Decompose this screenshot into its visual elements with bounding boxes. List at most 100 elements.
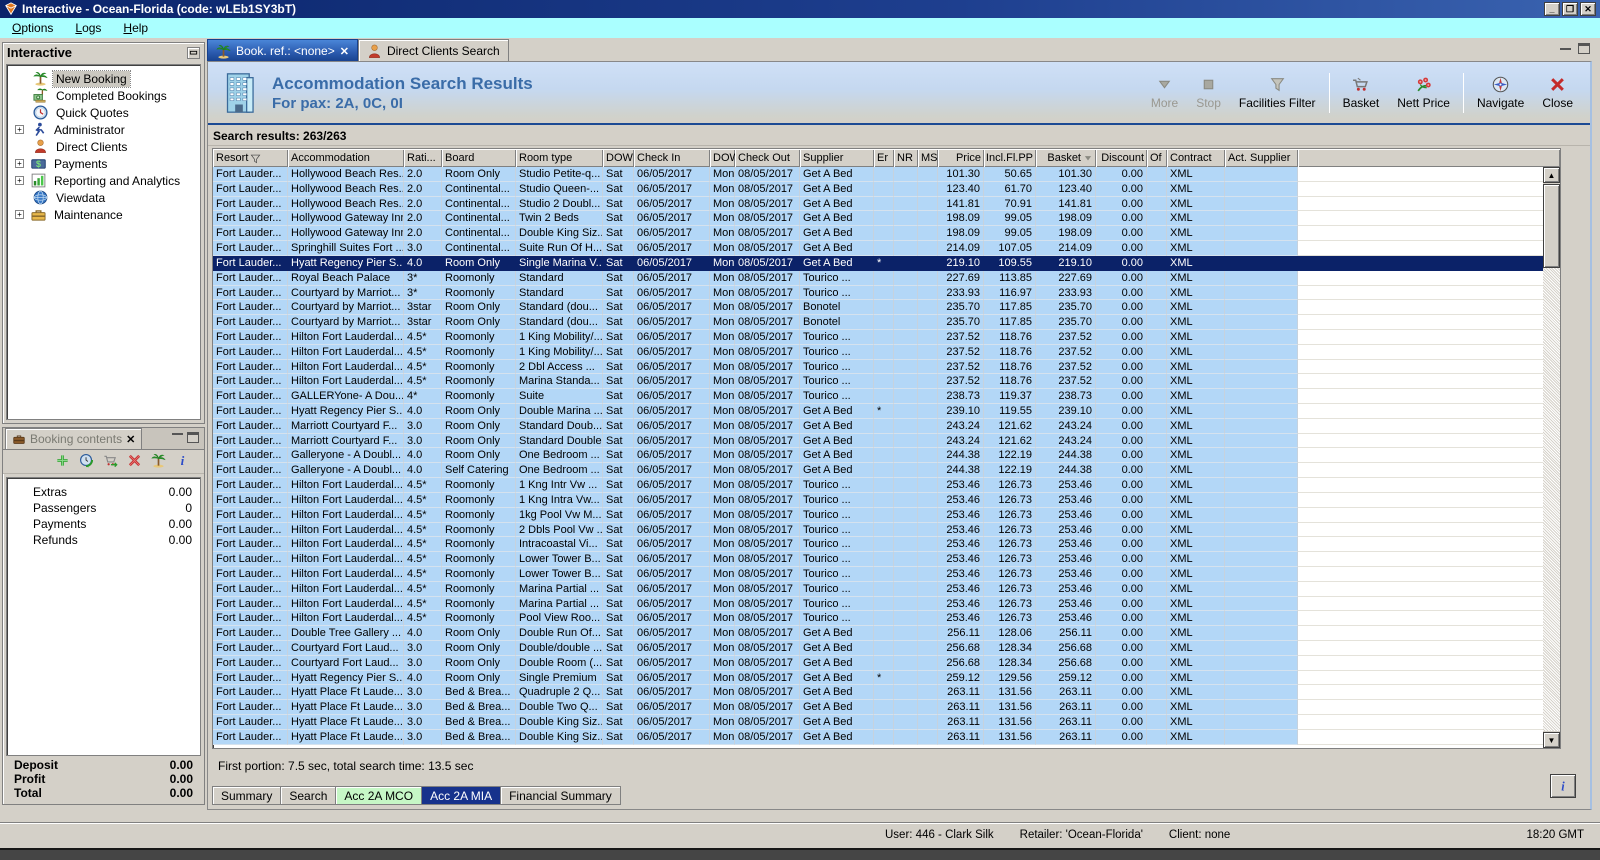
column-header-contract[interactable]: Contract	[1167, 149, 1225, 167]
booking-contents-tab[interactable]: Booking contents ✕	[5, 428, 143, 449]
sidebar-item-quick-quotes[interactable]: Quick Quotes	[7, 104, 200, 121]
panel-maximize-icon[interactable]	[1578, 43, 1590, 54]
column-header-supplier[interactable]: Supplier	[800, 149, 874, 167]
info-button[interactable]: i	[1550, 774, 1576, 798]
table-row[interactable]: Fort Lauder... Hyatt Place Ft Laude... 3.0…	[213, 685, 1543, 701]
column-header-incl-fl-pp[interactable]: Incl.Fl.PP	[984, 149, 1036, 167]
table-row[interactable]: Fort Lauder... Hyatt Place Ft Laude... 3.0…	[213, 729, 1543, 745]
palm-button[interactable]	[151, 453, 166, 471]
table-row[interactable]: Fort Lauder... Hyatt Regency Pier S... 4.0…	[213, 404, 1543, 419]
delete-button[interactable]	[127, 453, 142, 471]
table-row[interactable]: Fort Lauder... Hollywood Beach Res... 2.0 R…	[213, 167, 1543, 182]
close-button[interactable]: Close	[1533, 72, 1582, 114]
column-header-check-in[interactable]: Check In	[634, 149, 710, 167]
table-row[interactable]: Fort Lauder... Courtyard by Marriot... 3st…	[213, 315, 1543, 330]
column-header-of[interactable]: Of	[1147, 149, 1167, 167]
add-button[interactable]	[55, 453, 70, 471]
table-row[interactable]: Fort Lauder... Hilton Fort Lauderdal... 4.…	[213, 537, 1543, 553]
column-header-nr[interactable]: NR	[894, 149, 918, 167]
scroll-up-icon[interactable]: ▲	[1543, 167, 1560, 183]
sidebar-item-reporting-and-analytics[interactable]: + Reporting and Analytics	[7, 172, 200, 189]
expand-icon[interactable]: +	[15, 159, 24, 168]
column-header-discount[interactable]: Discount	[1096, 149, 1147, 167]
table-row-selected[interactable]: Fort Lauder... Hyatt Regency Pier S... 4.0…	[213, 255, 1543, 271]
scrollbar-track[interactable]	[1543, 268, 1560, 731]
column-header-board[interactable]: Board	[442, 149, 516, 167]
column-header-accommodation[interactable]: Accommodation	[288, 149, 404, 167]
table-row[interactable]: Fort Lauder... Hyatt Place Ft Laude... 3.0…	[213, 715, 1543, 730]
table-row[interactable]: Fort Lauder... Hilton Fort Lauderdal... 4.…	[213, 359, 1543, 375]
table-row[interactable]: Fort Lauder... Hilton Fort Lauderdal... 4.…	[213, 374, 1543, 390]
tab-direct-clients-search[interactable]: Direct Clients Search	[357, 39, 509, 62]
sidebar-item-payments[interactable]: + $ Payments	[7, 155, 200, 172]
table-row[interactable]: Fort Lauder... Hilton Fort Lauderdal... 4.…	[213, 329, 1543, 345]
move-to-basket-button[interactable]	[103, 453, 118, 471]
sidebar-item-direct-clients[interactable]: Direct Clients	[7, 138, 200, 155]
scrollbar-thumb[interactable]	[1543, 184, 1560, 268]
sidebar-item-viewdata[interactable]: Viewdata	[7, 189, 200, 206]
panel-minimize-icon[interactable]	[1560, 47, 1571, 50]
column-header-act-supplier[interactable]: Act. Supplier	[1225, 149, 1298, 167]
column-header-check-out[interactable]: Check Out	[735, 149, 800, 167]
table-row[interactable]: Fort Lauder... Hilton Fort Lauderdal... 4.…	[213, 492, 1543, 508]
scroll-down-icon[interactable]: ▼	[1543, 732, 1560, 748]
menu-options[interactable]: Options	[12, 21, 53, 35]
refresh-clock-button[interactable]	[79, 453, 94, 471]
sidebar-item-new-booking[interactable]: New Booking	[7, 69, 200, 88]
table-row[interactable]: Fort Lauder... Hilton Fort Lauderdal... 4.…	[213, 344, 1543, 360]
table-row[interactable]: Fort Lauder... GALLERYone- A Dou... 4* Room…	[213, 389, 1543, 404]
table-row[interactable]: Fort Lauder... Hilton Fort Lauderdal... 4.…	[213, 522, 1543, 538]
close-window-button[interactable]: ✕	[1580, 2, 1596, 16]
navigate-button[interactable]: Navigate	[1468, 72, 1533, 114]
table-row[interactable]: Fort Lauder... Galleryone - A Doubl... 4.0…	[213, 448, 1543, 464]
sidebar-item-completed-bookings[interactable]: Completed Bookings	[7, 87, 200, 104]
table-row[interactable]: Fort Lauder... Hilton Fort Lauderdal... 4.…	[213, 552, 1543, 567]
sidebar-item-maintenance[interactable]: + Maintenance	[7, 206, 200, 223]
menu-help[interactable]: Help	[123, 21, 148, 35]
column-header-room-type[interactable]: Room type	[516, 149, 603, 167]
facilities-filter-button[interactable]: Facilities Filter	[1230, 72, 1325, 114]
table-row[interactable]: Fort Lauder... Marriott Courtyard F... 3.0…	[213, 418, 1543, 434]
vertical-scrollbar[interactable]: ▲ ▼	[1543, 167, 1560, 748]
bottom-tab-summary[interactable]: Summary	[212, 786, 282, 805]
basket-button[interactable]: Basket	[1334, 72, 1389, 114]
column-header-dow[interactable]: DOW	[710, 149, 735, 167]
expand-icon[interactable]: +	[15, 210, 24, 219]
table-row[interactable]: Fort Lauder... Hollywood Gateway Inn 2.0 Co…	[213, 211, 1543, 227]
column-header-er[interactable]: Er	[874, 149, 894, 167]
table-row[interactable]: Fort Lauder... Springhill Suites Fort ...…	[213, 241, 1543, 256]
panel-minimize-icon[interactable]	[172, 432, 183, 435]
table-row[interactable]: Fort Lauder... Hilton Fort Lauderdal... 4.…	[213, 596, 1543, 612]
bottom-tab-financial-summary[interactable]: Financial Summary	[500, 786, 621, 805]
table-row[interactable]: Fort Lauder... Courtyard Fort Laud... 3.0 R…	[213, 641, 1543, 656]
sidebar-item-administrator[interactable]: + Administrator	[7, 121, 200, 138]
table-row[interactable]: Fort Lauder... Hilton Fort Lauderdal... 4.…	[213, 478, 1543, 493]
tab-close-icon[interactable]: ✕	[340, 45, 349, 58]
bottom-tab-acc-2a-mia[interactable]: Acc 2A MIA	[421, 786, 502, 805]
table-row[interactable]: Fort Lauder... Hilton Fort Lauderdal... 4.…	[213, 507, 1543, 523]
column-header-rati[interactable]: Rati...	[404, 149, 442, 167]
menu-logs[interactable]: Logs	[75, 21, 101, 35]
table-row[interactable]: Fort Lauder... Hyatt Regency Pier S... 4.0…	[213, 670, 1543, 686]
panel-maximize-icon[interactable]	[187, 432, 199, 443]
table-row[interactable]: Fort Lauder... Hilton Fort Lauderdal... 4.…	[213, 611, 1543, 627]
table-row[interactable]: Fort Lauder... Royal Beach Palace 3* Roomon…	[213, 270, 1543, 286]
info-button[interactable]: i	[175, 453, 190, 471]
column-header-basket[interactable]: Basket	[1036, 149, 1096, 167]
column-header-resort[interactable]: Resort	[213, 149, 288, 167]
panel-minimize-icon[interactable]: ▭	[187, 46, 200, 59]
booking-contents-close-icon[interactable]: ✕	[126, 433, 135, 446]
column-header-price[interactable]: Price	[938, 149, 984, 167]
restore-button[interactable]: ❐	[1562, 2, 1578, 16]
table-row[interactable]: Fort Lauder... Hollywood Beach Res... 2.0 C…	[213, 181, 1543, 197]
table-row[interactable]: Fort Lauder... Courtyard by Marriot... 3* R…	[213, 285, 1543, 301]
bottom-tab-search[interactable]: Search	[280, 786, 337, 805]
table-row[interactable]: Fort Lauder... Courtyard by Marriot... 3st…	[213, 300, 1543, 316]
table-row[interactable]: Fort Lauder... Galleryone - A Doubl... 4.0…	[213, 463, 1543, 479]
tab-book-ref-none[interactable]: Book. ref.: <none> ✕	[207, 39, 358, 62]
table-row[interactable]: Fort Lauder... Marriott Courtyard F... 3.0…	[213, 433, 1543, 449]
table-row[interactable]: Fort Lauder... Hilton Fort Lauderdal... 4.…	[213, 581, 1543, 597]
table-row[interactable]: Fort Lauder... Hilton Fort Lauderdal... 4.…	[213, 566, 1543, 582]
minimize-button[interactable]: _	[1544, 2, 1560, 16]
table-row[interactable]: Fort Lauder... Hollywood Beach Res... 2.0 C…	[213, 196, 1543, 212]
